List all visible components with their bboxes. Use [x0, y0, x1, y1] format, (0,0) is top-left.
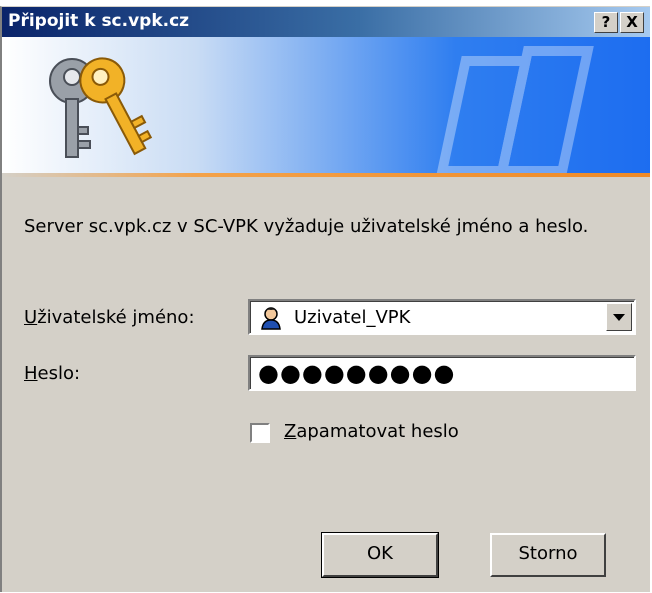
login-dialog: Připojit k sc.vpk.cz ? X Server sc.vpk.c… — [0, 6, 650, 592]
help-button[interactable]: ? — [594, 12, 618, 33]
username-dropdown-button[interactable] — [606, 303, 632, 331]
keys-icon — [49, 57, 153, 158]
cancel-button[interactable]: Storno — [490, 533, 606, 577]
username-value: Uzivatel_VPK — [294, 307, 411, 328]
title-bar[interactable]: Připojit k sc.vpk.cz ? X — [2, 7, 650, 37]
password-input[interactable]: ●●●●●●●●● — [248, 355, 636, 391]
username-combobox[interactable]: Uzivatel_VPK — [248, 299, 636, 335]
window-title: Připojit k sc.vpk.cz — [8, 11, 190, 31]
remember-password-label[interactable]: Zapamatovat heslo — [284, 421, 459, 442]
password-value: ●●●●●●●●● — [258, 359, 456, 387]
chevron-down-icon — [613, 314, 625, 321]
banner-divider — [2, 173, 650, 177]
user-icon — [261, 307, 281, 330]
password-label: Heslo: — [24, 363, 81, 384]
close-button[interactable]: X — [620, 12, 644, 33]
banner — [2, 37, 650, 173]
watermark-keys-icon — [436, 46, 594, 173]
ok-button[interactable]: OK — [321, 532, 439, 578]
remember-password-checkbox[interactable] — [250, 423, 270, 443]
username-label: Uživatelské jméno: — [24, 307, 195, 328]
prompt-message: Server sc.vpk.cz v SC-VPK vyžaduje uživa… — [24, 216, 589, 237]
